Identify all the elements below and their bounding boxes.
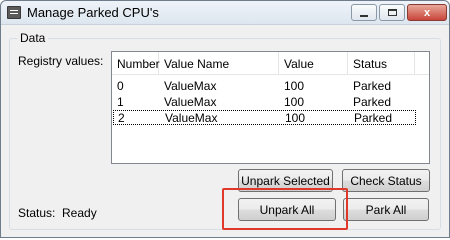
cell-value: 100 <box>284 79 305 93</box>
cell-value: 100 <box>285 111 306 125</box>
column-header-value-name[interactable]: Value Name <box>159 52 279 75</box>
column-header-number[interactable]: Number <box>112 52 160 75</box>
data-group-legend: Data <box>17 31 49 45</box>
column-header-value[interactable]: Value <box>279 52 348 75</box>
status-value: Ready <box>62 206 97 220</box>
table-row[interactable]: 2 ValueMax 100 Parked <box>113 110 416 125</box>
minimize-icon <box>360 14 368 17</box>
window-title: Manage Parked CPU's <box>27 5 159 20</box>
cell-number: 1 <box>117 95 124 109</box>
cell-number: 2 <box>118 111 125 125</box>
maximize-icon <box>387 9 397 16</box>
cell-status: Parked <box>353 79 392 93</box>
status-label: Status: <box>18 206 56 220</box>
cell-status: Parked <box>354 111 393 125</box>
registry-values-listview[interactable]: Number Value Name Value Status 0 ValueMa… <box>111 51 430 164</box>
listview-header: Number Value Name Value Status <box>112 52 429 75</box>
red-highlight-annotation <box>222 188 348 230</box>
park-all-button[interactable]: Park All <box>343 198 429 221</box>
close-icon: x <box>423 6 431 19</box>
title-bar[interactable]: Manage Parked CPU's x <box>1 1 449 25</box>
cell-number: 0 <box>117 79 124 93</box>
table-row[interactable]: 0 ValueMax 100 Parked <box>112 79 429 94</box>
cell-status: Parked <box>353 95 392 109</box>
cell-value: 100 <box>284 95 305 109</box>
cell-value-name: ValueMax <box>165 111 218 125</box>
cell-value-name: ValueMax <box>164 95 217 109</box>
minimize-button[interactable] <box>351 4 377 21</box>
table-row[interactable]: 1 ValueMax 100 Parked <box>112 95 429 110</box>
maximize-button[interactable] <box>379 4 405 21</box>
app-window-icon <box>7 6 21 19</box>
column-header-status[interactable]: Status <box>348 52 415 75</box>
close-button[interactable]: x <box>407 4 447 21</box>
registry-values-label: Registry values: <box>18 54 104 68</box>
check-status-button[interactable]: Check Status <box>342 169 430 192</box>
cell-value-name: ValueMax <box>164 79 217 93</box>
